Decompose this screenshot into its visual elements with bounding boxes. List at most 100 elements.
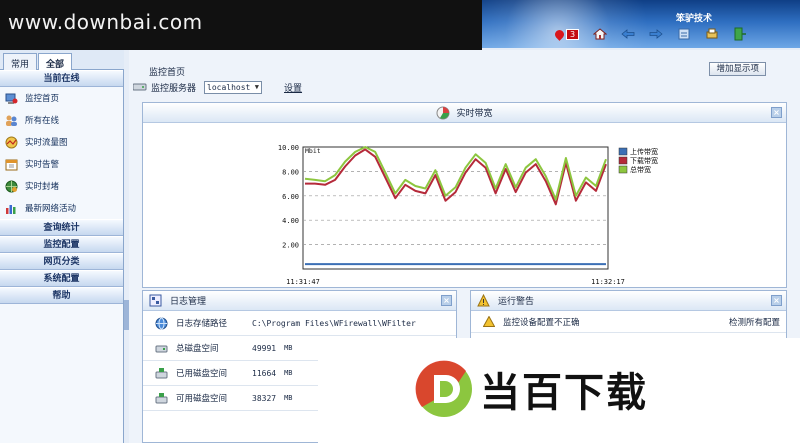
disk-icon xyxy=(155,345,168,352)
sidebar-section-query-stats[interactable]: 查询统计 xyxy=(0,219,123,236)
sidebar-item-monitor-home[interactable]: 监控首页 xyxy=(0,87,123,109)
sidebar-section-help[interactable]: 帮助 xyxy=(0,287,123,304)
watermark-logo: 当百下载 xyxy=(414,358,704,420)
legend-label: 下载带宽 xyxy=(630,156,658,165)
row-unit: MB xyxy=(284,369,293,377)
traffic-icon xyxy=(5,136,18,148)
realtime-bandwidth-panel: 实时带宽 × 2.00 4.00 6.00 8.00 10.00 Mbit 11:31:47… xyxy=(142,102,787,288)
close-icon[interactable]: × xyxy=(771,107,782,118)
nav-tabs: 常用 全部 xyxy=(0,50,124,70)
row-label: 总磁盘空间 xyxy=(176,344,219,354)
warning-text: 监控设备配置不正确 xyxy=(503,317,580,328)
row-value: 11664 xyxy=(252,368,277,378)
panel-title: 运行警告 xyxy=(498,297,535,307)
server-select[interactable]: localhost ▼ xyxy=(204,80,263,94)
sidebar-item-label: 实时流量图 xyxy=(25,138,68,148)
printer-icon[interactable] xyxy=(705,27,719,41)
top-toolbar: 3 xyxy=(553,26,747,42)
bandwidth-gauge-icon xyxy=(436,106,450,119)
legend-label: 上传带宽 xyxy=(630,147,658,156)
row-value: 49991 xyxy=(252,343,277,353)
sidebar-item-label: 实时封堵 xyxy=(25,182,60,192)
row-value: C:\Program Files\WFirewall\WFilter xyxy=(252,318,416,328)
close-icon[interactable]: × xyxy=(441,295,452,306)
sidebar-item-label: 监控首页 xyxy=(25,94,60,104)
refresh-icon[interactable] xyxy=(677,27,691,41)
sidebar-section-system-config[interactable]: 系统配置 xyxy=(0,270,123,287)
legend-label: 总带宽 xyxy=(630,165,651,174)
sidebar-section-monitor-config[interactable]: 监控配置 xyxy=(0,236,123,253)
legend-swatch xyxy=(618,165,628,174)
legend-swatch xyxy=(618,147,628,156)
tab-common[interactable]: 常用 xyxy=(3,53,38,70)
d-logo-icon xyxy=(415,360,472,417)
row-unit: MB xyxy=(284,394,293,402)
y-tick-label: 2.00 xyxy=(282,242,299,250)
forward-arrow-icon[interactable] xyxy=(649,27,663,41)
chevron-down-icon: ▼ xyxy=(254,83,260,91)
alert-badge[interactable]: 3 xyxy=(553,27,580,41)
panel-header: 日志管理 × xyxy=(143,291,456,311)
warning-icon xyxy=(477,294,490,307)
sidebar-item-latest-activity[interactable]: 最新网络活动 xyxy=(0,197,123,219)
sidebar-item-label: 所有在线 xyxy=(25,116,60,126)
computer-icon xyxy=(5,93,18,104)
server-icon xyxy=(133,83,147,91)
log-list-icon xyxy=(149,294,162,307)
warning-icon xyxy=(483,316,495,327)
brand-name: 笨驴技术 xyxy=(675,14,712,24)
y-tick-label: 10.00 xyxy=(278,144,299,152)
y-tick-label: 4.00 xyxy=(282,217,299,225)
panel-title: 日志管理 xyxy=(170,297,207,307)
legend-swatch xyxy=(618,156,628,165)
breadcrumb: 监控首页 xyxy=(149,68,186,78)
bar-chart-icon xyxy=(6,204,16,214)
add-display-item-button[interactable]: 增加显示项 xyxy=(709,62,766,76)
sidebar-item-all-online[interactable]: 所有在线 xyxy=(0,109,123,131)
calendar-alert-icon xyxy=(5,159,18,170)
watermark-logo-text: 当百下载 xyxy=(480,370,648,416)
globe-icon xyxy=(155,317,168,329)
sidebar: 当前在线 监控首页 所有在线 实时流量图 实时告警 实时封堵 最新网络活动 查询… xyxy=(0,70,124,443)
check-config-link[interactable]: 检测所有配置 xyxy=(729,316,780,328)
sidebar-item-label: 最新网络活动 xyxy=(25,204,77,214)
users-icon xyxy=(6,115,17,126)
log-path-row: 日志存储路径 C:\Program Files\WFirewall\WFilte… xyxy=(143,311,456,336)
y-axis-label: Mbit xyxy=(305,147,321,155)
sidebar-item-realtime-alarm[interactable]: 实时告警 xyxy=(0,153,123,175)
sidebar-section-online[interactable]: 当前在线 xyxy=(0,70,123,87)
bandwidth-chart: 2.00 4.00 6.00 8.00 10.00 Mbit 11:31:47 11:32:1… xyxy=(278,144,658,286)
server-selector-row: 监控服务器 localhost ▼ 设置 xyxy=(129,78,800,96)
plot-area xyxy=(302,146,609,270)
y-tick-label: 8.00 xyxy=(282,168,299,176)
panel-header: 运行警告 × xyxy=(471,291,786,311)
x-start-label: 11:31:47 xyxy=(286,278,320,286)
sidebar-section-web-category[interactable]: 网页分类 xyxy=(0,253,123,270)
exit-icon[interactable] xyxy=(733,27,747,41)
row-value: 38327 xyxy=(252,393,277,403)
alert-count: 3 xyxy=(566,28,580,40)
row-label: 日志存储路径 xyxy=(176,319,228,329)
disk-used-icon xyxy=(155,367,168,378)
server-select-value: localhost xyxy=(207,82,251,92)
home-icon[interactable] xyxy=(593,27,608,41)
tab-all[interactable]: 全部 xyxy=(38,53,73,70)
warning-row: 监控设备配置不正确 检测所有配置 xyxy=(471,311,786,333)
row-label: 可用磁盘空间 xyxy=(176,394,228,404)
server-label: 监控服务器 xyxy=(151,83,197,94)
globe-block-icon xyxy=(5,180,18,192)
sidebar-item-realtime-traffic[interactable]: 实时流量图 xyxy=(0,131,123,153)
watermark-banner: www.downbai.com xyxy=(0,0,482,50)
panel-header: 实时带宽 × xyxy=(143,103,786,123)
panel-title: 实时带宽 xyxy=(456,109,493,119)
row-unit: MB xyxy=(284,344,293,352)
y-tick-label: 6.00 xyxy=(282,193,299,201)
settings-link[interactable]: 设置 xyxy=(284,81,302,94)
map-pin-icon xyxy=(553,27,566,41)
sidebar-item-label: 实时告警 xyxy=(25,160,60,170)
back-arrow-icon[interactable] xyxy=(621,27,635,41)
close-icon[interactable]: × xyxy=(771,295,782,306)
sidebar-item-realtime-block[interactable]: 实时封堵 xyxy=(0,175,123,197)
x-end-label: 11:32:17 xyxy=(591,278,625,286)
disk-free-icon xyxy=(155,392,168,403)
